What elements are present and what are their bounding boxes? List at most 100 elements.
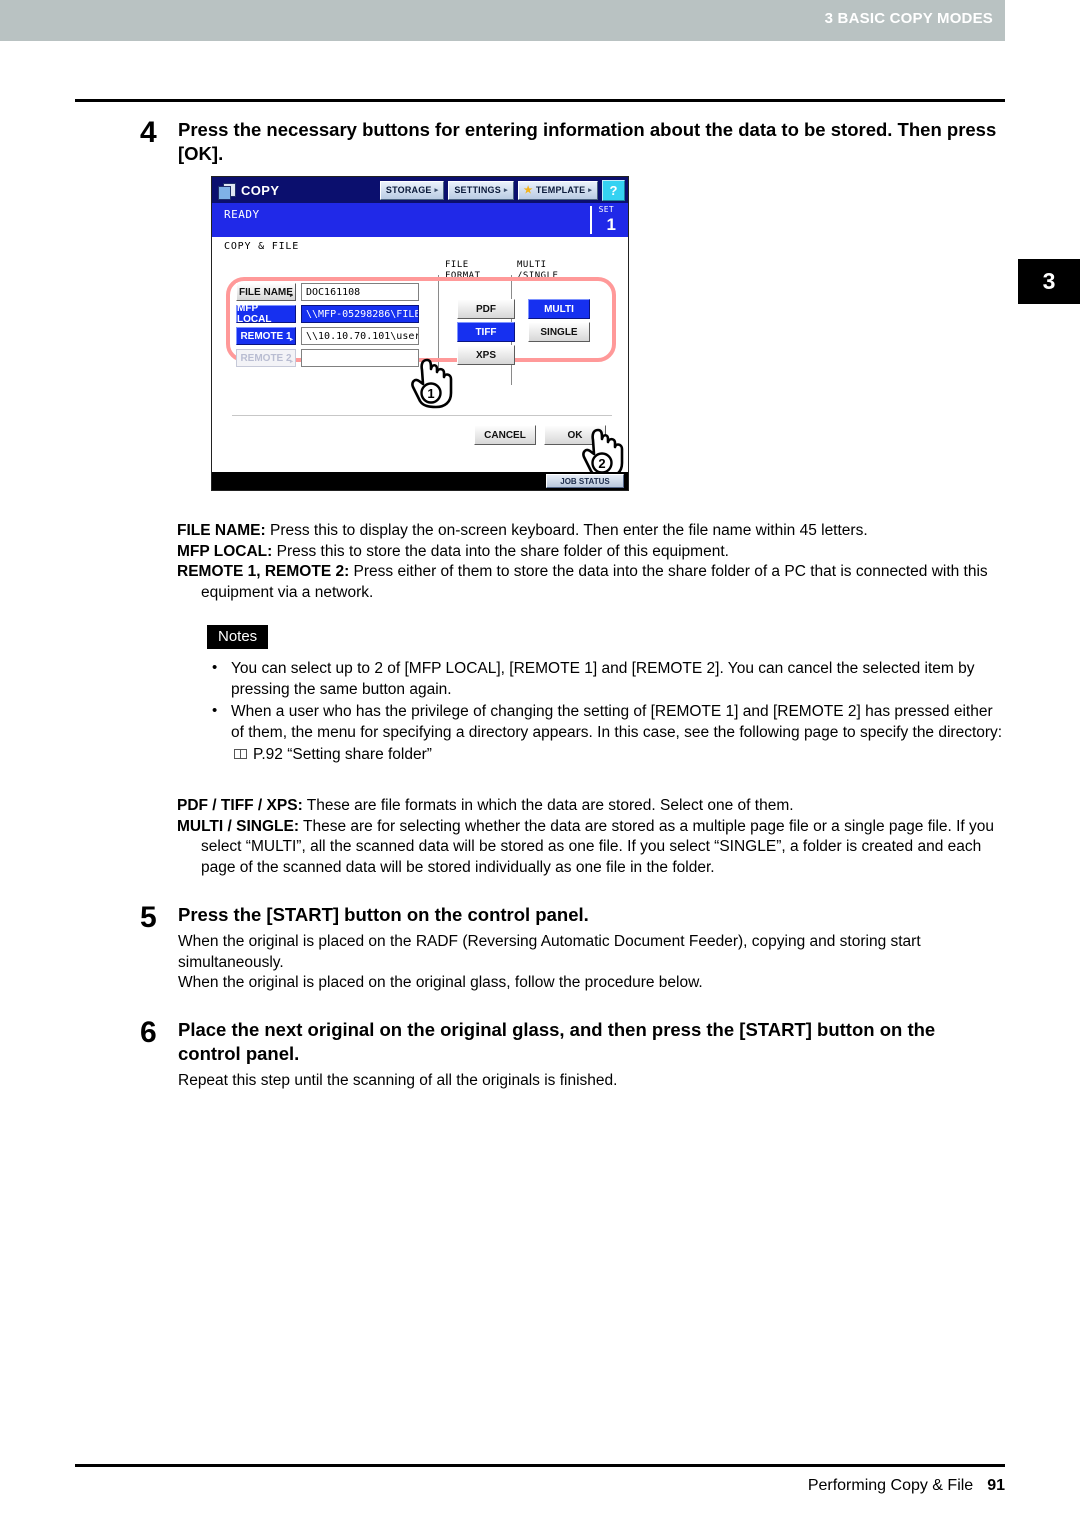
mfp-local-button-label: MFP LOCAL [237, 303, 272, 325]
description-list-1: FILE NAME: Press this to display the on-… [177, 521, 1005, 604]
note-item-text: You can select up to 2 of [MFP LOCAL], [… [231, 660, 975, 698]
footer-section-title: Performing Copy & File [807, 1477, 974, 1494]
multi-single-column-label: MULTI /SINGLE [517, 260, 559, 281]
step-6: 6 Place the next original on the origina… [140, 1018, 1002, 1092]
description-remote: REMOTE 1, REMOTE 2: Press either of them… [177, 562, 1005, 603]
help-button[interactable]: ? [602, 179, 625, 201]
book-icon [234, 748, 248, 760]
step-5-title: Press the [START] button on the control … [178, 904, 589, 925]
set-label: SET [598, 205, 614, 214]
description-mfp-local-term: MFP LOCAL: [177, 542, 273, 560]
description-formats-term: PDF / TIFF / XPS: [177, 797, 303, 814]
description-remote-term: REMOTE 1, REMOTE 2: [177, 563, 350, 581]
step-6-body-line: Repeat this step until the scanning of a… [178, 1072, 618, 1090]
file-name-value[interactable]: DOC161108 [301, 283, 419, 301]
job-status-button[interactable]: JOB STATUS [546, 474, 624, 488]
note-reference: P.92 “Setting share folder” [231, 745, 1005, 766]
callout-hand-2-number: 2 [598, 456, 605, 471]
step-6-body: Repeat this step until the scanning of a… [178, 1071, 1002, 1092]
footer-page-number: 91 [987, 1477, 1005, 1494]
step-4: 4 Press the necessary buttons for enteri… [140, 118, 1002, 166]
remote-1-value[interactable]: \\10.10.70.101\user0 [301, 327, 419, 345]
note-item-text: When a user who has the privilege of cha… [231, 703, 1003, 742]
description-file-name: FILE NAME: Press this to display the on-… [177, 521, 1005, 542]
row-mfp-local: MFP LOCAL \\MFP-05298286\FILE_ [236, 303, 419, 325]
step-5-body: When the original is placed on the RADF … [178, 932, 1002, 994]
status-text: READY [224, 208, 260, 221]
mfp-local-button[interactable]: MFP LOCAL [236, 303, 296, 325]
description-mfp-local: MFP LOCAL: Press this to store the data … [177, 542, 1005, 563]
row-remote-2: REMOTE 2 ▸ [236, 349, 419, 367]
star-icon: ★ [523, 184, 533, 196]
bullet-icon: • [212, 659, 218, 676]
screen-label: COPY & FILE [224, 241, 300, 252]
running-header-band: 3 BASIC COPY MODES [0, 0, 1005, 41]
toolbar-button-settings[interactable]: SETTINGS ▸ [448, 180, 514, 200]
chevron-right-icon: ▸ [588, 187, 592, 194]
chapter-thumb-tab: 3 [1018, 259, 1080, 304]
description-mfp-local-text: Press this to store the data into the sh… [272, 542, 729, 560]
row-remote-1: REMOTE 1 ▸ \\10.10.70.101\user0 [236, 327, 419, 345]
page-footer: Performing Copy & File 91 [75, 1477, 1005, 1495]
chevron-right-icon: ▸ [434, 187, 439, 194]
set-count: 1 [606, 215, 616, 234]
panel-title: COPY [241, 182, 280, 198]
cancel-button[interactable]: CANCEL [474, 425, 536, 445]
toolbar-button-template-label: TEMPLATE [535, 185, 586, 195]
remote-1-button[interactable]: REMOTE 1 ▸ [236, 327, 296, 345]
file-format-xps-button[interactable]: XPS [457, 345, 515, 365]
note-reference-text: P.92 “Setting share folder” [253, 745, 432, 763]
running-header-title: 3 BASIC COPY MODES [824, 10, 993, 27]
chevron-right-icon: ▸ [289, 359, 293, 365]
notes-list: • You can select up to 2 of [MFP LOCAL],… [207, 659, 1005, 767]
multi-button[interactable]: MULTI [528, 299, 590, 319]
step-6-number: 6 [140, 1016, 157, 1049]
page-bottom-rule [75, 1464, 1005, 1467]
row-file-name: FILE NAME ▸ DOC161108 [236, 283, 419, 301]
remote-2-button-label: REMOTE 2 [240, 352, 292, 364]
step-4-number: 4 [140, 116, 157, 149]
file-format-pdf-button[interactable]: PDF [457, 299, 515, 319]
copy-icon [218, 182, 236, 200]
step-4-title: Press the necessary buttons for entering… [178, 119, 997, 165]
callout-hand-1: 1 [410, 357, 456, 409]
chevron-right-icon: ▸ [289, 337, 293, 343]
panel-status-bar: READY SET 1 [212, 203, 628, 237]
description-file-name-text: Press this to display the on-screen keyb… [265, 522, 868, 539]
file-name-button-label: FILE NAME [239, 286, 293, 298]
description-multi-single-term: MULTI / SINGLE: [177, 817, 299, 835]
chevron-right-icon: ▸ [503, 187, 508, 194]
step-5-body-line: When the original is placed on the RADF … [178, 933, 921, 971]
description-list-2: PDF / TIFF / XPS: These are file formats… [177, 796, 1005, 879]
step-5-number: 5 [140, 901, 157, 934]
page-top-rule [75, 99, 1005, 102]
copier-panel: COPY STORAGE ▸ SETTINGS ▸ ★ TEMPLATE ▸ ? [212, 177, 628, 490]
panel-titlebar: COPY STORAGE ▸ SETTINGS ▸ ★ TEMPLATE ▸ ? [212, 177, 628, 203]
description-multi-single-text: These are for selecting whether the data… [201, 817, 995, 877]
panel-separator [232, 415, 612, 416]
bullet-icon: • [212, 702, 218, 720]
note-item: • You can select up to 2 of [MFP LOCAL],… [207, 659, 1005, 700]
description-file-name-term: FILE NAME: [177, 522, 266, 539]
toolbar-button-storage[interactable]: STORAGE ▸ [379, 180, 445, 200]
mfp-local-value[interactable]: \\MFP-05298286\FILE_ [301, 305, 419, 323]
notes-badge: Notes [207, 625, 269, 649]
file-format-column-label: FILE FORMAT [445, 260, 481, 281]
remote-1-button-label: REMOTE 1 [240, 330, 292, 342]
remote-2-button[interactable]: REMOTE 2 ▸ [236, 349, 296, 367]
toolbar-button-settings-label: SETTINGS [454, 185, 501, 195]
callout-hand-1-number: 1 [427, 386, 434, 401]
note-item: • When a user who has the privilege of c… [207, 702, 1005, 765]
toolbar-button-template[interactable]: ★ TEMPLATE ▸ [517, 180, 598, 200]
copier-panel-screenshot: COPY STORAGE ▸ SETTINGS ▸ ★ TEMPLATE ▸ ? [211, 176, 629, 491]
remote-2-value[interactable] [301, 349, 419, 367]
panel-toolbar: STORAGE ▸ SETTINGS ▸ ★ TEMPLATE ▸ ? [379, 179, 628, 201]
step-6-title: Place the next original on the original … [178, 1019, 936, 1065]
panel-bottom-bar: JOB STATUS [212, 472, 628, 490]
file-format-tiff-button[interactable]: TIFF [457, 322, 515, 342]
single-button[interactable]: SINGLE [528, 322, 590, 342]
set-divider [590, 206, 592, 234]
description-formats: PDF / TIFF / XPS: These are file formats… [177, 796, 1005, 817]
toolbar-button-storage-label: STORAGE [385, 185, 432, 195]
file-name-button[interactable]: FILE NAME ▸ [236, 283, 296, 301]
